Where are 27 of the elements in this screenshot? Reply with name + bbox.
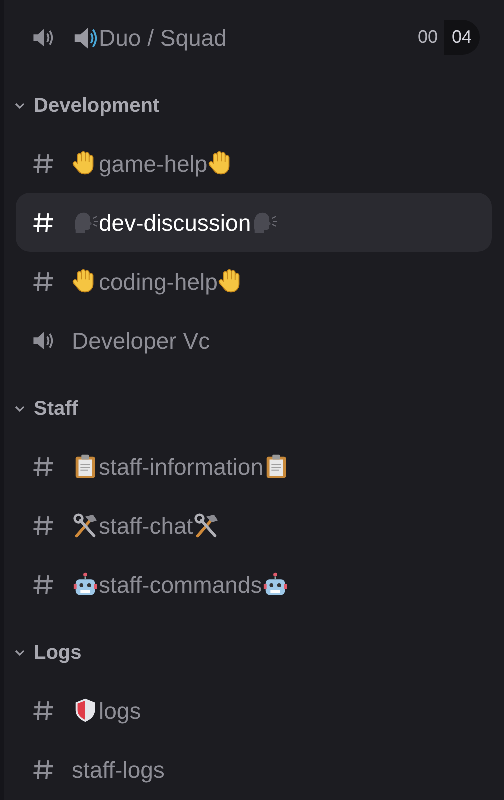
channel-item[interactable]: Duo / Squad 00 04: [16, 8, 492, 67]
channel-item[interactable]: staff-chat: [16, 496, 492, 555]
hash-icon: [32, 572, 56, 596]
channel-item[interactable]: logs: [16, 681, 492, 740]
hash-icon: [32, 210, 56, 234]
hash-icon: [32, 514, 56, 538]
hash-icon: [32, 758, 56, 782]
robot-icon: [72, 571, 99, 598]
hash-icon: [32, 152, 56, 176]
category-header[interactable]: Development: [4, 67, 504, 134]
hash-icon: [32, 454, 56, 478]
hammer-wrench-icon: [193, 512, 220, 539]
robot-icon: [262, 571, 290, 598]
channel-item[interactable]: game-help: [16, 134, 492, 193]
category-header[interactable]: Staff: [4, 370, 504, 437]
channel-item[interactable]: staff-commands: [16, 555, 492, 614]
user-count: 00: [416, 26, 439, 49]
channel-item[interactable]: dev-discussion: [16, 193, 492, 252]
user-limit: 04: [444, 20, 480, 55]
channel-item[interactable]: Developer Vc: [16, 311, 492, 370]
channel-item[interactable]: coding-help: [16, 252, 492, 311]
channel-item[interactable]: staff-information: [16, 437, 492, 496]
category-header[interactable]: Logs: [4, 614, 504, 681]
hash-icon: [32, 698, 56, 722]
hammer-wrench-icon: [72, 512, 99, 539]
hash-icon: [32, 270, 56, 294]
channel-item[interactable]: staff-logs: [16, 740, 492, 799]
